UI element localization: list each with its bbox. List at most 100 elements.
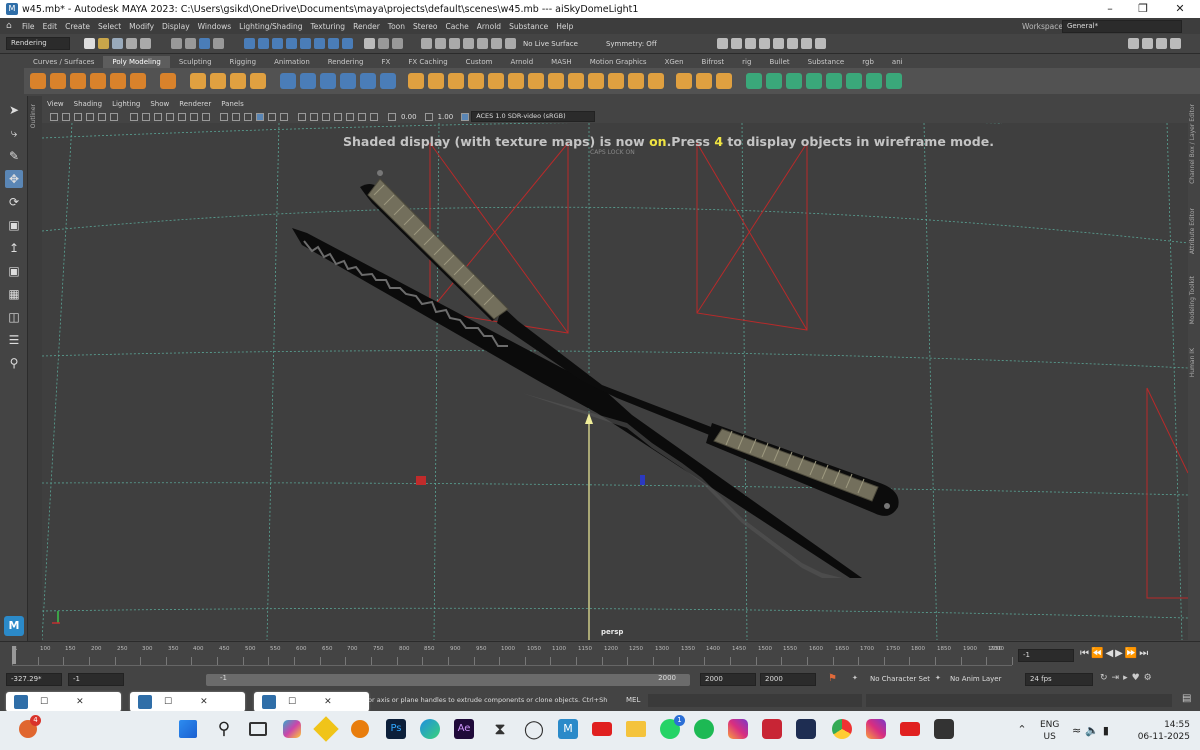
menu-stereo[interactable]: Stereo (413, 22, 437, 31)
menu-create[interactable]: Create (65, 22, 90, 31)
smooth-shade-icon[interactable] (232, 112, 240, 121)
extrude-icon[interactable] (448, 73, 464, 89)
spotify-icon[interactable] (692, 717, 716, 741)
modeling-toolkit-tab[interactable]: Modeling Toolkit (1189, 276, 1196, 324)
shelf-tab-rig[interactable]: rig (733, 56, 760, 68)
auto-uv-icon[interactable] (766, 73, 782, 89)
vscode-icon[interactable]: ⧗ (488, 717, 512, 741)
menu-windows[interactable]: Windows (198, 22, 231, 31)
select-dynamics-icon[interactable] (314, 38, 325, 49)
isolate-select-icon[interactable] (346, 112, 354, 121)
shelf-tab-bifrost[interactable]: Bifrost (693, 56, 734, 68)
shelf-tab-sculpting[interactable]: Sculpting (170, 56, 221, 68)
render-settings-icon[interactable] (758, 38, 770, 49)
exposure-field[interactable]: 0.00 (401, 113, 417, 121)
shelf-tab-ani[interactable]: ani (883, 56, 912, 68)
close-icon[interactable]: ✕ (200, 697, 208, 707)
shelf-tab-custom[interactable]: Custom (457, 56, 502, 68)
sew-uv-icon[interactable] (866, 73, 882, 89)
textured-icon[interactable] (256, 112, 264, 121)
home-icon[interactable]: ⌂ (6, 21, 16, 31)
animation-start-field[interactable]: -1 (68, 673, 124, 686)
shelf-tab-arnold[interactable]: Arnold (502, 56, 543, 68)
close-icon[interactable]: ✕ (76, 697, 84, 707)
open-scene-icon[interactable] (98, 38, 109, 49)
channel-box-toggle-icon[interactable] (1170, 38, 1181, 49)
blender-icon[interactable] (348, 717, 372, 741)
uv-editor-icon[interactable] (886, 73, 902, 89)
shelf-tab-motion-graphics[interactable]: Motion Graphics (581, 56, 656, 68)
outliner-strip[interactable]: Outliner (28, 96, 42, 646)
separate-icon[interactable] (300, 73, 316, 89)
xray-icon[interactable] (358, 112, 366, 121)
safe-action-icon[interactable] (190, 112, 198, 121)
range-slider[interactable]: -1 2000 (206, 674, 690, 686)
redo-icon[interactable] (140, 38, 151, 49)
shelf-tab-rendering[interactable]: Rendering (319, 56, 373, 68)
smooth-icon[interactable] (320, 73, 336, 89)
start-button-icon[interactable] (176, 717, 200, 741)
shelf-tab-xgen[interactable]: XGen (656, 56, 693, 68)
minimized-window-2[interactable]: ☐ ✕ (130, 692, 245, 712)
symmetry-setting[interactable]: Symmetry: Off (606, 40, 657, 48)
attribute-editor-toggle-icon[interactable] (1142, 38, 1153, 49)
current-frame-field[interactable]: -1 (1018, 649, 1074, 662)
connect-icon[interactable] (588, 73, 604, 89)
edge-loop-icon[interactable] (716, 73, 732, 89)
shelf-tab-mash[interactable]: MASH (542, 56, 581, 68)
menu-render[interactable]: Render (353, 22, 380, 31)
select-surfaces-icon[interactable] (286, 38, 297, 49)
use-all-lights-icon[interactable] (268, 112, 276, 121)
snap-view-icon[interactable] (435, 38, 446, 49)
menu-modify[interactable]: Modify (129, 22, 154, 31)
clock[interactable]: 14:55 06-11-2025 (1134, 719, 1190, 743)
task-view-icon[interactable] (246, 717, 270, 741)
menu-toon[interactable]: Toon (388, 22, 405, 31)
two-d-pan-icon[interactable] (98, 112, 106, 121)
render-view-icon[interactable] (716, 38, 728, 49)
menu-select[interactable]: Select (98, 22, 121, 31)
wireframe-icon[interactable] (220, 112, 228, 121)
super-shape-icon[interactable] (210, 73, 226, 89)
language-indicator[interactable]: ENG US (1040, 719, 1059, 743)
minimize-button[interactable]: – (1095, 0, 1125, 18)
after-effects-icon[interactable]: Ae (452, 717, 476, 741)
append-polygon-icon[interactable] (488, 73, 504, 89)
anim-layer-select[interactable]: No Anim Layer (950, 675, 1001, 683)
target-weld-icon[interactable] (696, 73, 712, 89)
auto-key-icon[interactable]: ⚑ (828, 673, 837, 684)
restore-icon[interactable]: ☐ (164, 697, 172, 707)
snap-pivot-icon[interactable] (463, 38, 474, 49)
merge-icon[interactable] (528, 73, 544, 89)
playback-options-icons[interactable]: ↻⇥▸♥⚙ (1100, 673, 1156, 683)
sweep-mesh-icon[interactable] (190, 73, 206, 89)
two-view-layout-icon[interactable]: ◫ (5, 308, 23, 326)
grid-icon[interactable] (130, 112, 138, 121)
xray-joints-icon[interactable] (370, 112, 378, 121)
current-time-marker[interactable] (12, 646, 16, 664)
ambient-occlusion-icon[interactable] (298, 112, 306, 121)
bridge-icon[interactable] (428, 73, 444, 89)
select-curves-icon[interactable] (272, 38, 283, 49)
combine-icon[interactable] (280, 73, 296, 89)
minimized-window-1[interactable]: ☐ ✕ (6, 692, 121, 712)
collapse-icon[interactable] (568, 73, 584, 89)
cut-uv-icon[interactable] (846, 73, 862, 89)
select-joints-icon[interactable] (258, 38, 269, 49)
snap-point-icon[interactable] (421, 38, 432, 49)
snap-magnet-icon[interactable] (477, 38, 488, 49)
restore-icon[interactable]: ☐ (288, 697, 296, 707)
shadows-icon[interactable] (280, 112, 288, 121)
maya-logo-icon[interactable]: M (4, 616, 24, 636)
rotate-tool-icon[interactable]: ⟳ (5, 193, 23, 211)
command-input[interactable] (648, 694, 862, 707)
outliner-layout-icon[interactable]: ☰ (5, 331, 23, 349)
shelf-tab-rigging[interactable]: Rigging (221, 56, 266, 68)
restore-icon[interactable]: ☐ (40, 697, 48, 707)
select-camera-icon[interactable] (50, 112, 58, 121)
shelf-tab-curves-surfaces[interactable]: Curves / Surfaces (24, 56, 103, 68)
lasso-tool-icon[interactable]: ⤷ (5, 124, 23, 142)
new-scene-icon[interactable] (84, 38, 95, 49)
axis-orientation-icon[interactable]: ↥ (5, 239, 23, 257)
arnold-render-view-icon[interactable] (786, 38, 798, 49)
